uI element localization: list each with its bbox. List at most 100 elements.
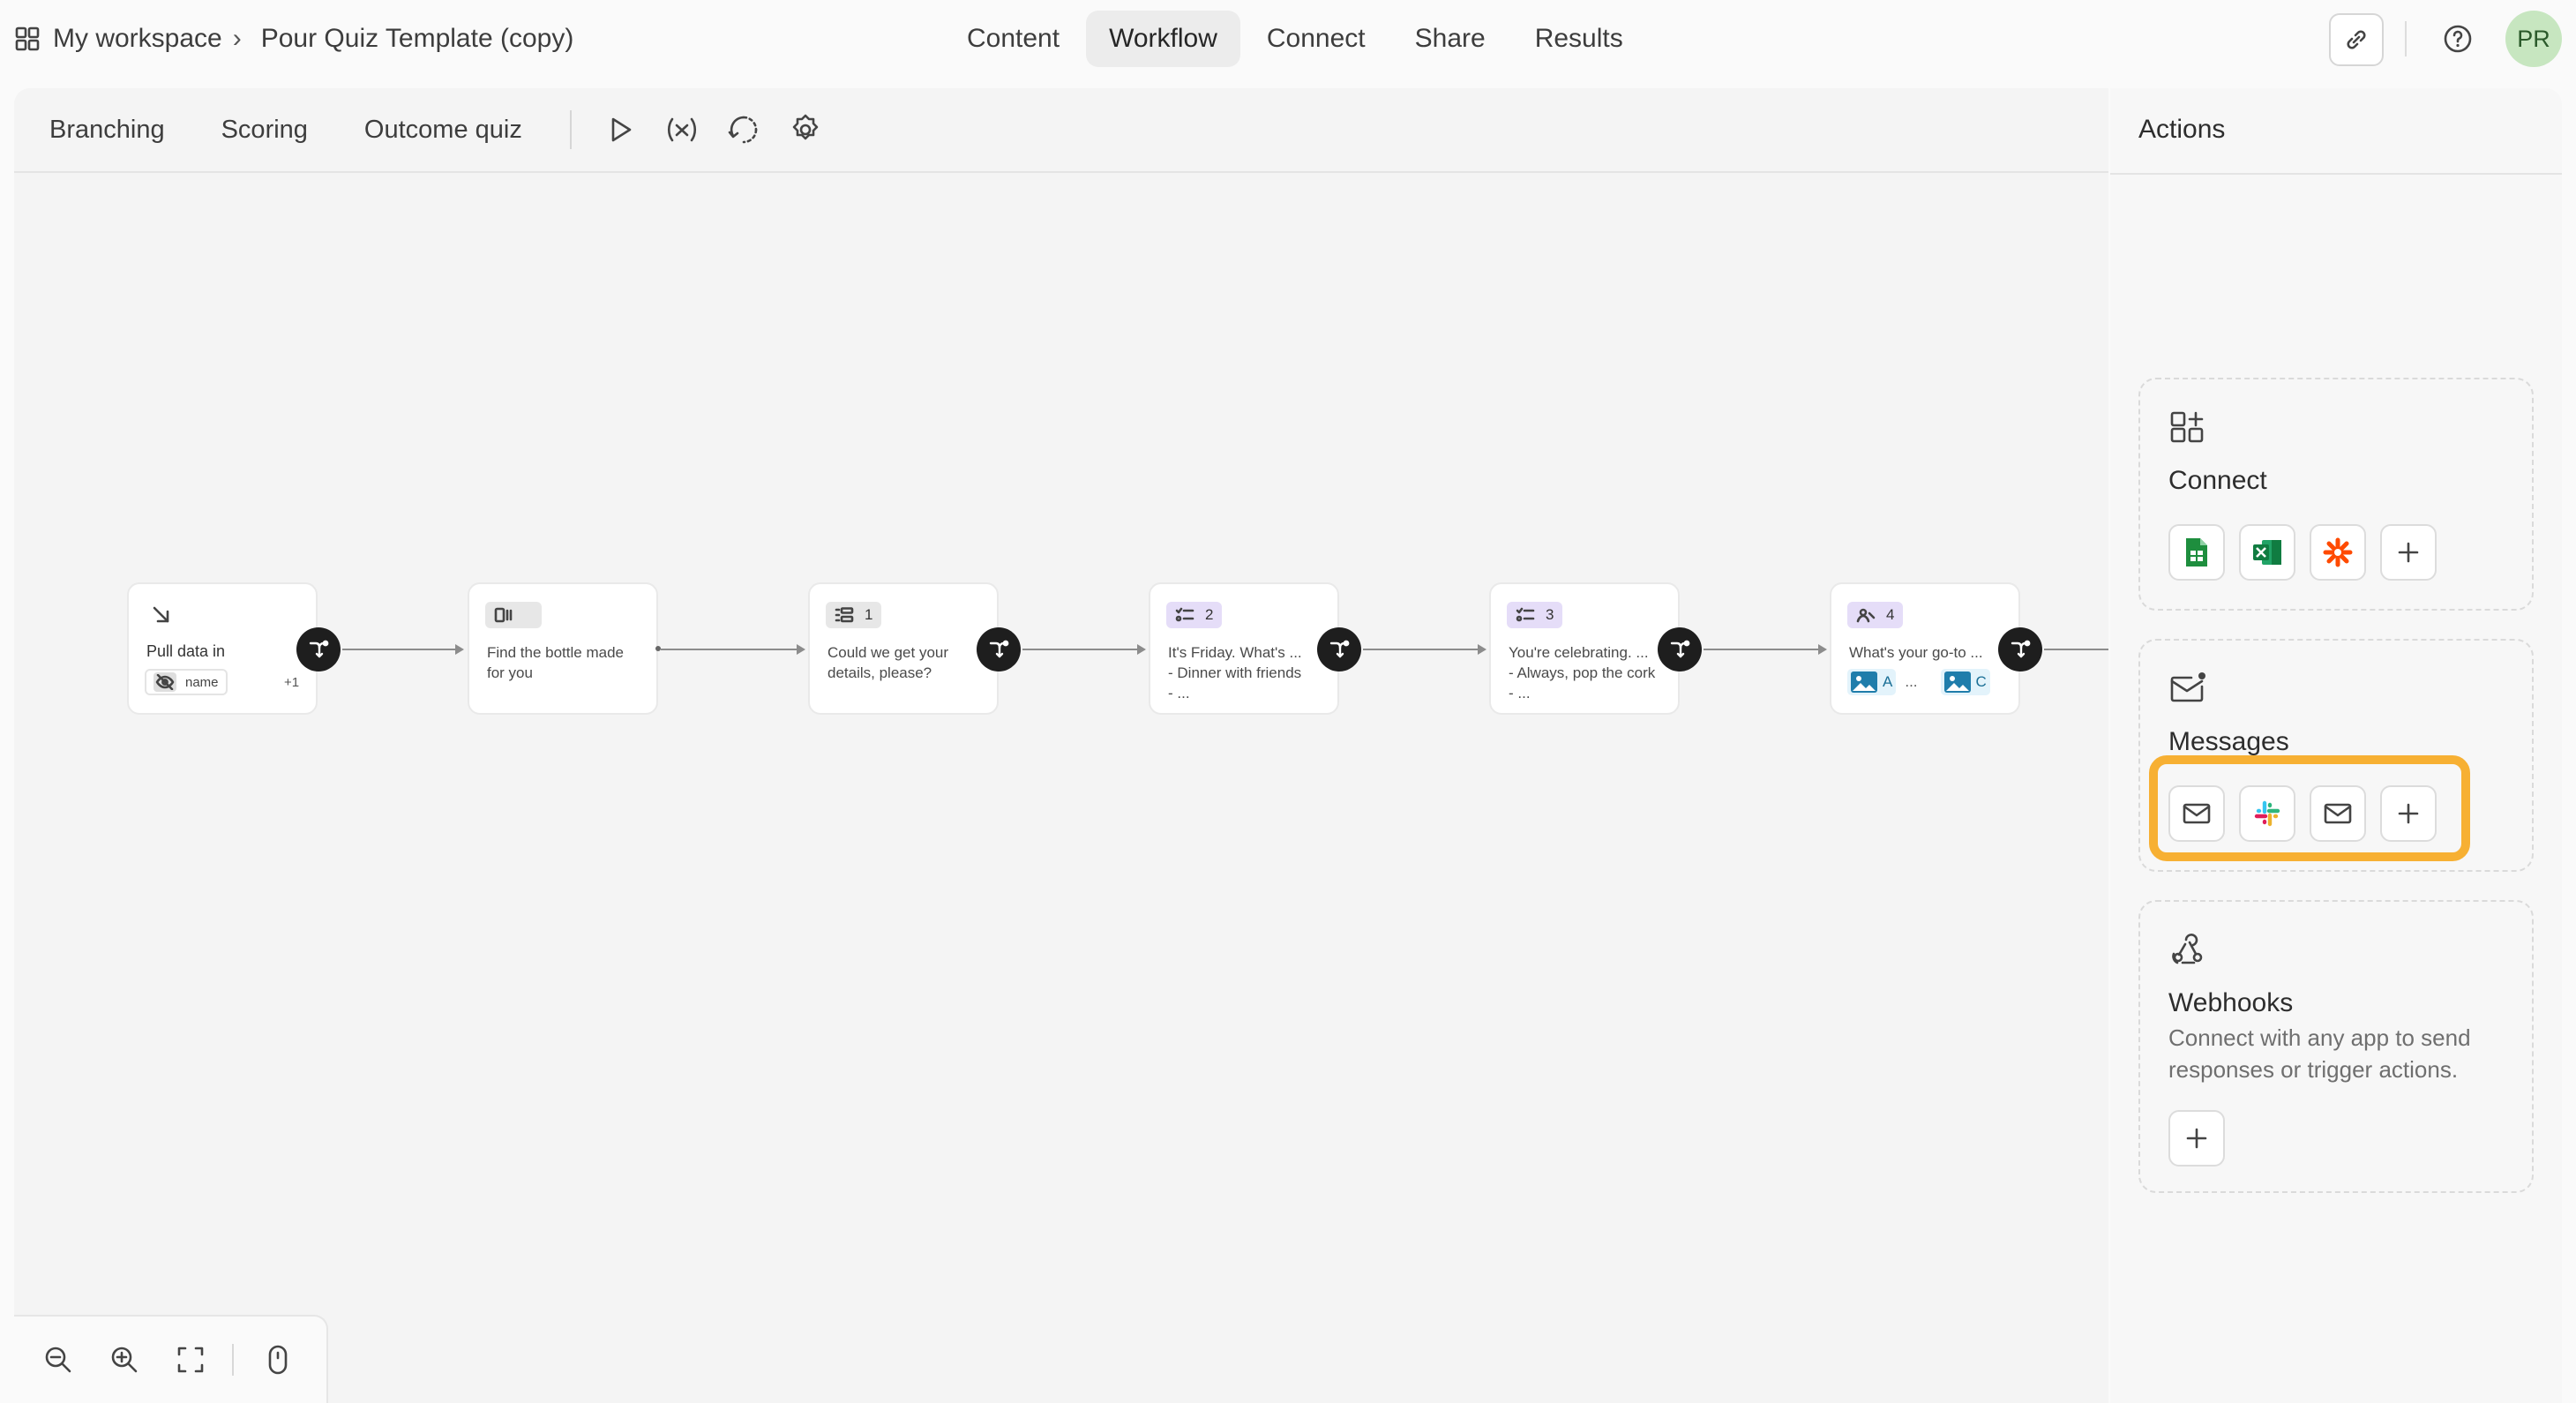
picture-choices: A ... C [1847,669,1990,695]
connector [1022,644,1146,655]
apps-add-icon [2170,411,2204,443]
contact-info-icon [835,607,854,623]
fit-screen-button[interactable] [173,1340,207,1379]
question-badge: 4 [1847,602,1904,628]
branch-icon [2011,640,2031,658]
email-notification-icon [2170,672,2205,702]
add-connection-button[interactable] [2380,524,2437,581]
actions-panel: Actions Connect Messages Webhooks Connec… [2110,88,2562,1403]
avatar[interactable]: PR [2505,11,2562,67]
add-webhook-button[interactable] [2168,1110,2225,1167]
picture-choice: C [1940,669,1990,695]
help-icon [2444,25,2472,53]
grid-icon [15,26,40,51]
breadcrumb: My workspace › Pour Quiz Template (copy) [14,19,573,58]
tab-content[interactable]: Content [944,11,1082,67]
preview-button[interactable] [601,110,640,149]
question-number: 3 [1546,606,1554,623]
zoom-controls [14,1315,328,1403]
workspace-link[interactable]: My workspace [14,24,222,54]
question-number: 1 [865,606,873,623]
question-badge: 3 [1507,602,1563,628]
connector [661,644,805,655]
branch-icon [1670,640,1690,658]
node-question-4[interactable]: 4 What's your go-to ... A ... C [1830,582,2020,715]
settings-button[interactable] [786,110,825,149]
plus-icon [2186,1128,2207,1149]
eye-off-icon [154,672,176,692]
multiple-choice-icon [1175,607,1194,622]
branch-icon [989,640,1009,658]
image-icon [1851,671,1877,693]
mouse-icon [268,1345,287,1375]
webhooks-description: Connect with any app to send responses o… [2168,1024,2471,1083]
branch-button[interactable] [1998,627,2042,671]
node-statement[interactable]: Find the bottle made for you [468,582,658,715]
excel-button[interactable] [2239,524,2295,581]
statement-badge [485,602,542,628]
node-title: Pull data in [146,642,226,660]
connector [2044,649,2108,650]
help-button[interactable] [2438,19,2477,58]
logic-map-button[interactable] [724,110,763,149]
zapier-button[interactable] [2310,524,2366,581]
zoom-out-icon [45,1347,71,1373]
webhooks-card: Webhooks Connect with any app to send re… [2138,900,2534,1193]
tab-branching[interactable]: Branching [26,116,188,145]
variables-button[interactable] [663,110,701,149]
divider [232,1344,234,1376]
tab-results[interactable]: Results [1512,11,1646,67]
picture-choice-icon [1856,608,1876,623]
node-text: What's your go-to ... [1849,644,1983,661]
node-text: It's Friday. What's ... - Dinner with fr… [1168,644,1302,702]
node-pull-data[interactable]: Pull data in name +1 [127,582,318,715]
question-number: 2 [1205,606,1214,623]
node-text: Could we get your details, please? [827,644,949,681]
statement-icon [494,607,513,623]
branch-button[interactable] [1658,627,1702,671]
workflow-canvas[interactable]: Branching Scoring Outcome quiz Pull data… [14,88,2108,1403]
image-icon [1943,671,1971,693]
play-icon [611,117,632,142]
webhooks-title: Webhooks [2168,988,2294,1017]
highlight-box [2149,755,2470,861]
zoom-out-button[interactable] [41,1340,75,1379]
hidden-field-chip[interactable]: name [145,669,228,695]
node-text: You're celebrating. ... - Always, pop th… [1509,644,1656,702]
logic-map-icon [728,116,758,144]
connector [1363,644,1486,655]
connector [342,644,464,655]
workflow-toolbar: Branching Scoring Outcome quiz [14,88,2108,173]
workspace-name: My workspace [53,24,222,53]
tab-share[interactable]: Share [1392,11,1509,67]
top-bar: My workspace › Pour Quiz Template (copy)… [0,0,2576,78]
connector [1704,644,1827,655]
branch-icon [309,640,329,658]
tab-outcome-quiz[interactable]: Outcome quiz [341,116,545,145]
zoom-in-button[interactable] [107,1340,141,1379]
branch-button[interactable] [1317,627,1361,671]
node-question-3[interactable]: 3 You're celebrating. ... - Always, pop … [1489,582,1680,715]
excel-icon [2253,540,2281,565]
node-question-1[interactable]: 1 Could we get your details, please? [808,582,999,715]
question-badge: 1 [826,602,882,628]
main-nav: Content Workflow Connect Share Results [944,11,1650,67]
copy-link-button[interactable] [2329,13,2384,66]
scroll-mode-button[interactable] [260,1340,295,1379]
google-sheets-icon [2186,538,2207,566]
tab-connect[interactable]: Connect [1244,11,1389,67]
settings-icon [792,114,819,140]
arrow-down-right-icon [153,606,169,623]
more-fields-count: +1 [284,675,300,690]
divider [2405,21,2407,56]
picture-choice: A [1847,669,1897,695]
node-question-2[interactable]: 2 It's Friday. What's ... - Dinner with … [1149,582,1339,715]
tab-workflow[interactable]: Workflow [1086,11,1240,67]
variables-icon [667,117,696,142]
question-number: 4 [1886,606,1895,623]
branch-button[interactable] [977,627,1021,671]
branch-button[interactable] [296,627,341,671]
google-sheets-button[interactable] [2168,524,2225,581]
tab-scoring[interactable]: Scoring [198,116,331,145]
form-title[interactable]: Pour Quiz Template (copy) [261,24,574,54]
